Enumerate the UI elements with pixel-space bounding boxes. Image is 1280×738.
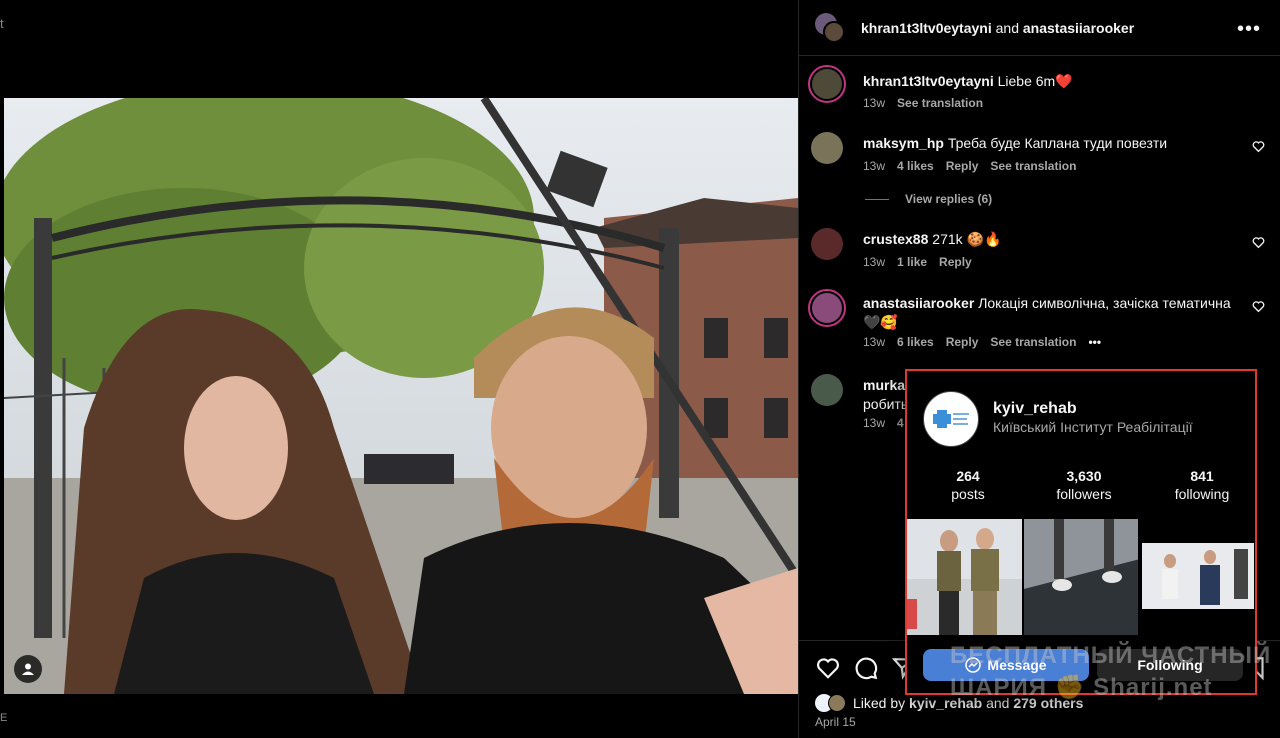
posts-label: posts [951, 486, 985, 502]
thumbnail-illustration [907, 519, 1022, 635]
thumbnail-illustration [1140, 519, 1256, 635]
profile-username[interactable]: kyiv_rehab [993, 400, 1077, 418]
post-header: khran1t3ltv0eytayni and anastasiiarooker… [799, 0, 1280, 56]
comment-meta: 13w 1 like Reply [863, 255, 972, 269]
see-translation-link[interactable]: See translation [990, 335, 1076, 349]
like-heart-icon[interactable] [815, 655, 841, 681]
comment-options-icon[interactable]: ••• [1088, 335, 1101, 349]
caption-text: Liebe 6m❤️ [997, 73, 1073, 89]
more-horizontal-icon[interactable]: ••• [1237, 18, 1261, 41]
comment-text: 271k 🍪🔥 [932, 231, 1002, 247]
liked-by-joiner: and [986, 695, 1010, 711]
comment-text: робить [863, 396, 909, 412]
avatar[interactable] [811, 228, 843, 260]
post-thumbnail[interactable] [1023, 519, 1139, 635]
followers-count: 3,630 [1066, 468, 1102, 484]
header-joiner: and [995, 19, 1019, 36]
comment-likes[interactable]: 4 [897, 416, 904, 430]
heart-icon[interactable] [1252, 300, 1265, 313]
comment-time[interactable]: 13w [863, 255, 885, 269]
message-button[interactable]: Message [923, 649, 1089, 681]
view-replies-label: View replies (6) [905, 192, 993, 206]
heart-icon[interactable] [1252, 140, 1265, 153]
see-translation-link[interactable]: See translation [897, 96, 983, 110]
selfie-photo-illustration [4, 98, 798, 694]
see-translation-link[interactable]: See translation [990, 159, 1076, 173]
header-username-1[interactable]: khran1t3ltv0eytayni [861, 20, 992, 36]
comment-item: maksym_hp Треба буде Каплана туди повезт… [811, 132, 1271, 182]
avatar[interactable] [808, 65, 846, 103]
liked-by-prefix: Liked by [853, 695, 906, 711]
comment-username[interactable]: murka [863, 377, 905, 393]
liked-by-others[interactable]: 279 others [1013, 695, 1083, 711]
followers-label: followers [1056, 486, 1112, 502]
avatar [823, 20, 845, 43]
caption-text-line: khran1t3ltv0eytayni Liebe 6m❤️ [863, 72, 1243, 91]
comment-meta: 13w 6 likes Reply See translation ••• [863, 335, 1101, 349]
profile-post-grid [907, 519, 1256, 635]
comment-time[interactable]: 13w [863, 335, 885, 349]
comment-meta: 13w 4 [863, 416, 904, 430]
collab-names: khran1t3ltv0eytayni and anastasiiarooker [861, 20, 1134, 36]
comment-icon[interactable] [853, 655, 879, 681]
header-username-2[interactable]: anastasiiarooker [1023, 20, 1134, 36]
liked-by-line: Liked by kyiv_rehab and 279 others [815, 694, 1083, 712]
reply-button[interactable]: Reply [946, 159, 979, 173]
comment-item: crustex88 271k 🍪🔥 13w 1 like Reply [811, 228, 1271, 278]
post-photo[interactable] [4, 98, 798, 694]
caption-username[interactable]: khran1t3ltv0eytayni [863, 73, 994, 89]
liker-avatars [815, 694, 849, 712]
post-date[interactable]: April 15 [815, 715, 856, 729]
comment-username[interactable]: maksym_hp [863, 135, 944, 151]
collab-avatars[interactable] [815, 12, 845, 43]
profile-hover-card: kyiv_rehab Київський Інститут Реабілітац… [905, 369, 1257, 695]
comment-likes[interactable]: 6 likes [897, 335, 934, 349]
following-label: following [1174, 486, 1230, 502]
message-button-label: Message [987, 657, 1047, 673]
profile-avatar[interactable] [923, 391, 979, 447]
avatar[interactable] [808, 289, 846, 327]
edge-glyph: t [0, 16, 4, 31]
following-count: 841 [1190, 468, 1214, 484]
thumbnail-illustration [1023, 519, 1139, 635]
divider [865, 198, 889, 200]
comment-item: anastasiiarooker Локація символічна, зач… [808, 289, 1271, 352]
comment-text-line: crustex88 271k 🍪🔥 [863, 230, 1243, 249]
caption-time[interactable]: 13w [863, 96, 885, 110]
comment-text-line: anastasiiarooker Локація символічна, зач… [863, 294, 1243, 332]
heart-icon[interactable] [1252, 236, 1265, 249]
caption: khran1t3ltv0eytayni Liebe 6m❤️ 13w See t… [808, 65, 1271, 118]
comment-text-line: maksym_hp Треба буде Каплана туди повезт… [863, 134, 1243, 153]
following-stat[interactable]: 841 following [1147, 467, 1257, 503]
comment-username[interactable]: anastasiiarooker [863, 295, 974, 311]
avatar[interactable] [811, 132, 843, 164]
comment-time[interactable]: 13w [863, 159, 885, 173]
view-replies-button[interactable]: View replies (6) [865, 192, 992, 206]
reply-button[interactable]: Reply [946, 335, 979, 349]
caption-meta: 13w See translation [863, 96, 983, 110]
post-media-area: t E [0, 0, 798, 738]
avatar [828, 694, 846, 712]
comment-username[interactable]: crustex88 [863, 231, 928, 247]
following-button[interactable]: Following [1097, 649, 1243, 681]
rehab-logo-icon [933, 410, 969, 428]
posts-count: 264 [956, 468, 980, 484]
liked-by-user[interactable]: kyiv_rehab [909, 695, 982, 711]
messenger-icon [965, 657, 982, 673]
comment-meta: 13w 4 likes Reply See translation [863, 159, 1076, 173]
post-thumbnail[interactable] [907, 519, 1022, 635]
edge-glyph: E [0, 712, 8, 724]
posts-stat: 264 posts [913, 467, 1023, 503]
reply-button[interactable]: Reply [939, 255, 972, 269]
tagged-user-icon[interactable] [14, 655, 42, 683]
post-thumbnail[interactable] [1140, 519, 1256, 635]
followers-stat[interactable]: 3,630 followers [1029, 467, 1139, 503]
comment-likes[interactable]: 1 like [897, 255, 927, 269]
comment-time[interactable]: 13w [863, 416, 885, 430]
comment-text: Треба буде Каплана туди повезти [947, 135, 1168, 151]
comment-likes[interactable]: 4 likes [897, 159, 934, 173]
avatar[interactable] [811, 374, 843, 406]
profile-full-name: Київський Інститут Реабілітації [993, 419, 1193, 435]
